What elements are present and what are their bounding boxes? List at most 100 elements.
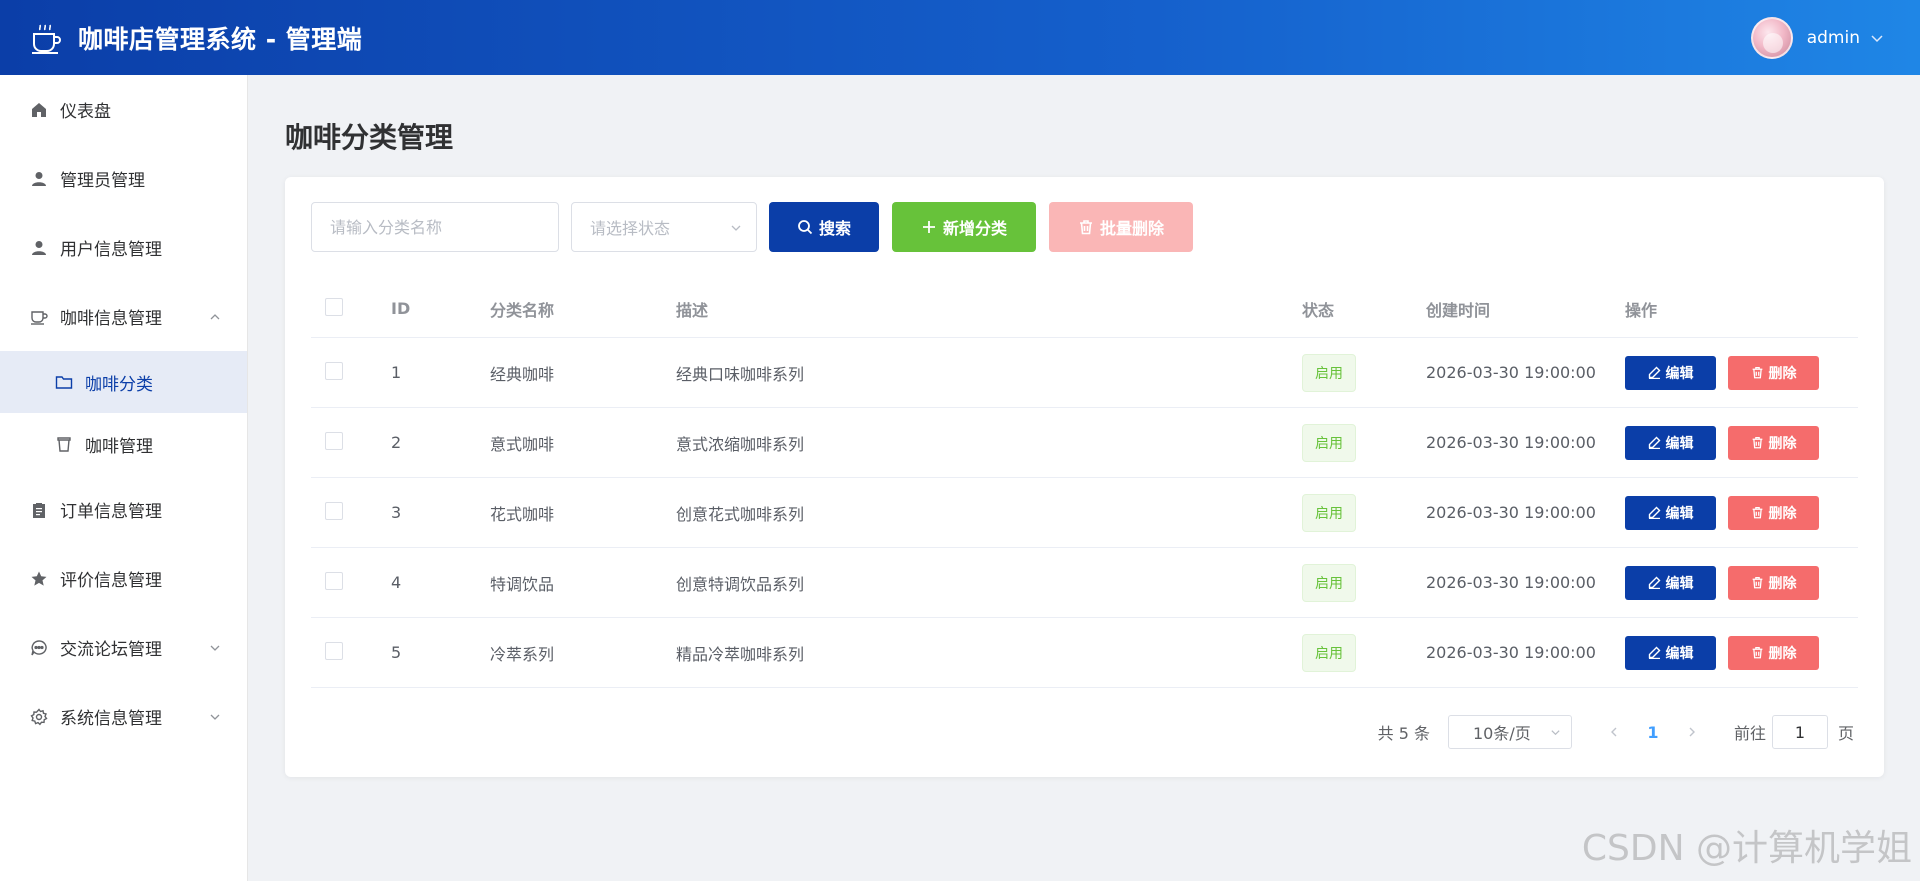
sidebar-item-forum-management[interactable]: 交流论坛管理	[0, 613, 247, 682]
clipboard-icon	[33, 502, 45, 518]
status-select-placeholder: 请选择状态	[590, 219, 671, 238]
cell-created-time: 2026-03-30 19:00:00	[1426, 573, 1596, 592]
username: admin	[1806, 27, 1860, 48]
cell-description: 精品冷萃咖啡系列	[676, 644, 805, 664]
pagination: 共 5 条 10条/页 1 前往 页	[1378, 715, 1854, 749]
row-checkbox[interactable]	[325, 641, 343, 660]
table-header: ID 分类名称 描述 状态 创建时间 操作	[311, 280, 1858, 338]
gear-icon	[30, 707, 48, 725]
chevron-down-icon	[731, 225, 741, 231]
cell-id: 2	[391, 433, 402, 452]
cell-name: 意式咖啡	[490, 434, 555, 454]
table-row: 2 意式咖啡 意式浓缩咖啡系列 启用 2026-03-30 19:00:00 编…	[311, 408, 1858, 478]
delete-button[interactable]: 删除	[1728, 565, 1819, 600]
trash-icon	[1752, 576, 1762, 589]
plus-icon	[922, 221, 935, 233]
row-checkbox[interactable]	[325, 571, 343, 590]
sidebar: 仪表盘 管理员管理 用户信息管理 咖啡信息管理 咖啡分类 咖啡管理 订单信息管理…	[0, 75, 248, 881]
prev-page-button[interactable]	[1600, 715, 1628, 749]
edit-icon	[1648, 366, 1660, 379]
chevron-down-icon	[210, 714, 220, 720]
cell-id: 5	[391, 643, 402, 662]
row-checkbox[interactable]	[325, 431, 343, 450]
table-row: 3 花式咖啡 创意花式咖啡系列 启用 2026-03-30 19:00:00 编…	[311, 478, 1858, 548]
home-icon	[32, 102, 46, 117]
edit-icon	[1648, 646, 1660, 659]
sidebar-item-system-management[interactable]: 系统信息管理	[0, 682, 247, 751]
search-icon	[798, 220, 813, 235]
edit-button[interactable]: 编辑	[1625, 355, 1716, 390]
delete-button[interactable]: 删除	[1728, 425, 1819, 460]
user-icon	[32, 171, 46, 186]
edit-button[interactable]: 编辑	[1625, 565, 1716, 600]
edit-button[interactable]: 编辑	[1625, 425, 1716, 460]
edit-button-label: 编辑	[1665, 435, 1694, 452]
edit-button[interactable]: 编辑	[1625, 495, 1716, 530]
edit-button[interactable]: 编辑	[1625, 635, 1716, 670]
chevron-up-icon	[210, 313, 220, 319]
page-number-current[interactable]: 1	[1628, 723, 1678, 742]
page-suffix-label: 页	[1837, 724, 1854, 743]
sidebar-item-coffee-list[interactable]: 咖啡管理	[0, 413, 247, 475]
user-icon	[32, 240, 46, 255]
sidebar-item-order-management[interactable]: 订单信息管理	[0, 475, 247, 544]
cell-created-time: 2026-03-30 19:00:00	[1426, 433, 1596, 452]
edit-button-label: 编辑	[1665, 575, 1694, 592]
trash-icon	[1079, 220, 1092, 235]
column-header-status: 状态	[1302, 300, 1335, 320]
goto-label: 前往	[1733, 724, 1766, 743]
folder-icon	[55, 376, 73, 389]
page-size-select[interactable]: 10条/页	[1447, 715, 1572, 749]
cell-description: 创意花式咖啡系列	[676, 504, 805, 524]
sidebar-item-admin-management[interactable]: 管理员管理	[0, 144, 247, 213]
sidebar-item-review-management[interactable]: 评价信息管理	[0, 544, 247, 613]
sidebar-item-user-management[interactable]: 用户信息管理	[0, 213, 247, 282]
edit-button-label: 编辑	[1665, 365, 1694, 382]
select-all-checkbox[interactable]	[325, 297, 343, 316]
watermark: CSDN @计算机学姐	[1581, 828, 1912, 869]
page-size-value: 10条/页	[1472, 724, 1531, 743]
cell-created-time: 2026-03-30 19:00:00	[1426, 363, 1596, 382]
cell-name: 花式咖啡	[490, 504, 555, 524]
column-header-description: 描述	[676, 300, 709, 320]
table-row: 1 经典咖啡 经典口味咖啡系列 启用 2026-03-30 19:00:00 编…	[311, 338, 1858, 408]
column-header-actions: 操作	[1625, 300, 1658, 320]
table-row: 5 冷萃系列 精品冷萃咖啡系列 启用 2026-03-30 19:00:00 编…	[311, 618, 1858, 688]
cell-created-time: 2026-03-30 19:00:00	[1426, 503, 1596, 522]
delete-button-label: 删除	[1768, 435, 1797, 452]
sidebar-item-coffee-category[interactable]: 咖啡分类	[0, 351, 247, 413]
cell-name: 冷萃系列	[490, 644, 555, 664]
avatar[interactable]	[1750, 16, 1793, 59]
category-name-search-input[interactable]	[311, 202, 559, 252]
add-category-button[interactable]: 新增分类	[892, 202, 1036, 252]
cup-icon	[57, 437, 71, 452]
cell-id: 1	[391, 363, 402, 382]
cell-name: 经典咖啡	[490, 364, 555, 384]
add-category-button-label: 新增分类	[942, 219, 1007, 238]
search-button[interactable]: 搜索	[769, 202, 879, 252]
row-checkbox[interactable]	[325, 361, 343, 380]
chevron-down-icon[interactable]	[1870, 31, 1884, 45]
goto-page-input[interactable]	[1771, 715, 1828, 749]
cell-description: 经典口味咖啡系列	[676, 364, 805, 384]
batch-delete-button[interactable]: 批量删除	[1049, 202, 1193, 252]
cell-id: 4	[391, 573, 402, 592]
status-select[interactable]: 请选择状态	[571, 202, 757, 252]
edit-icon	[1648, 576, 1660, 589]
sidebar-item-label: 订单信息管理	[60, 502, 162, 522]
delete-button[interactable]: 删除	[1728, 635, 1819, 670]
sidebar-item-coffee-management[interactable]: 咖啡信息管理	[0, 282, 247, 351]
row-checkbox[interactable]	[325, 501, 343, 520]
sidebar-item-label: 管理员管理	[60, 171, 145, 191]
status-badge: 启用	[1302, 563, 1356, 602]
sidebar-item-label: 交流论坛管理	[60, 640, 162, 660]
next-page-button[interactable]	[1678, 715, 1706, 749]
delete-button[interactable]: 删除	[1728, 355, 1819, 390]
user-menu[interactable]: admin	[1750, 0, 1884, 75]
cell-id: 3	[391, 503, 402, 522]
chevron-right-icon	[1689, 727, 1695, 737]
sidebar-item-dashboard[interactable]: 仪表盘	[0, 75, 247, 144]
coffee-cup-icon	[31, 310, 48, 325]
category-table: ID 分类名称 描述 状态 创建时间 操作 1 经典咖啡 经典口味咖啡系列 启用…	[311, 280, 1858, 688]
delete-button[interactable]: 删除	[1728, 495, 1819, 530]
